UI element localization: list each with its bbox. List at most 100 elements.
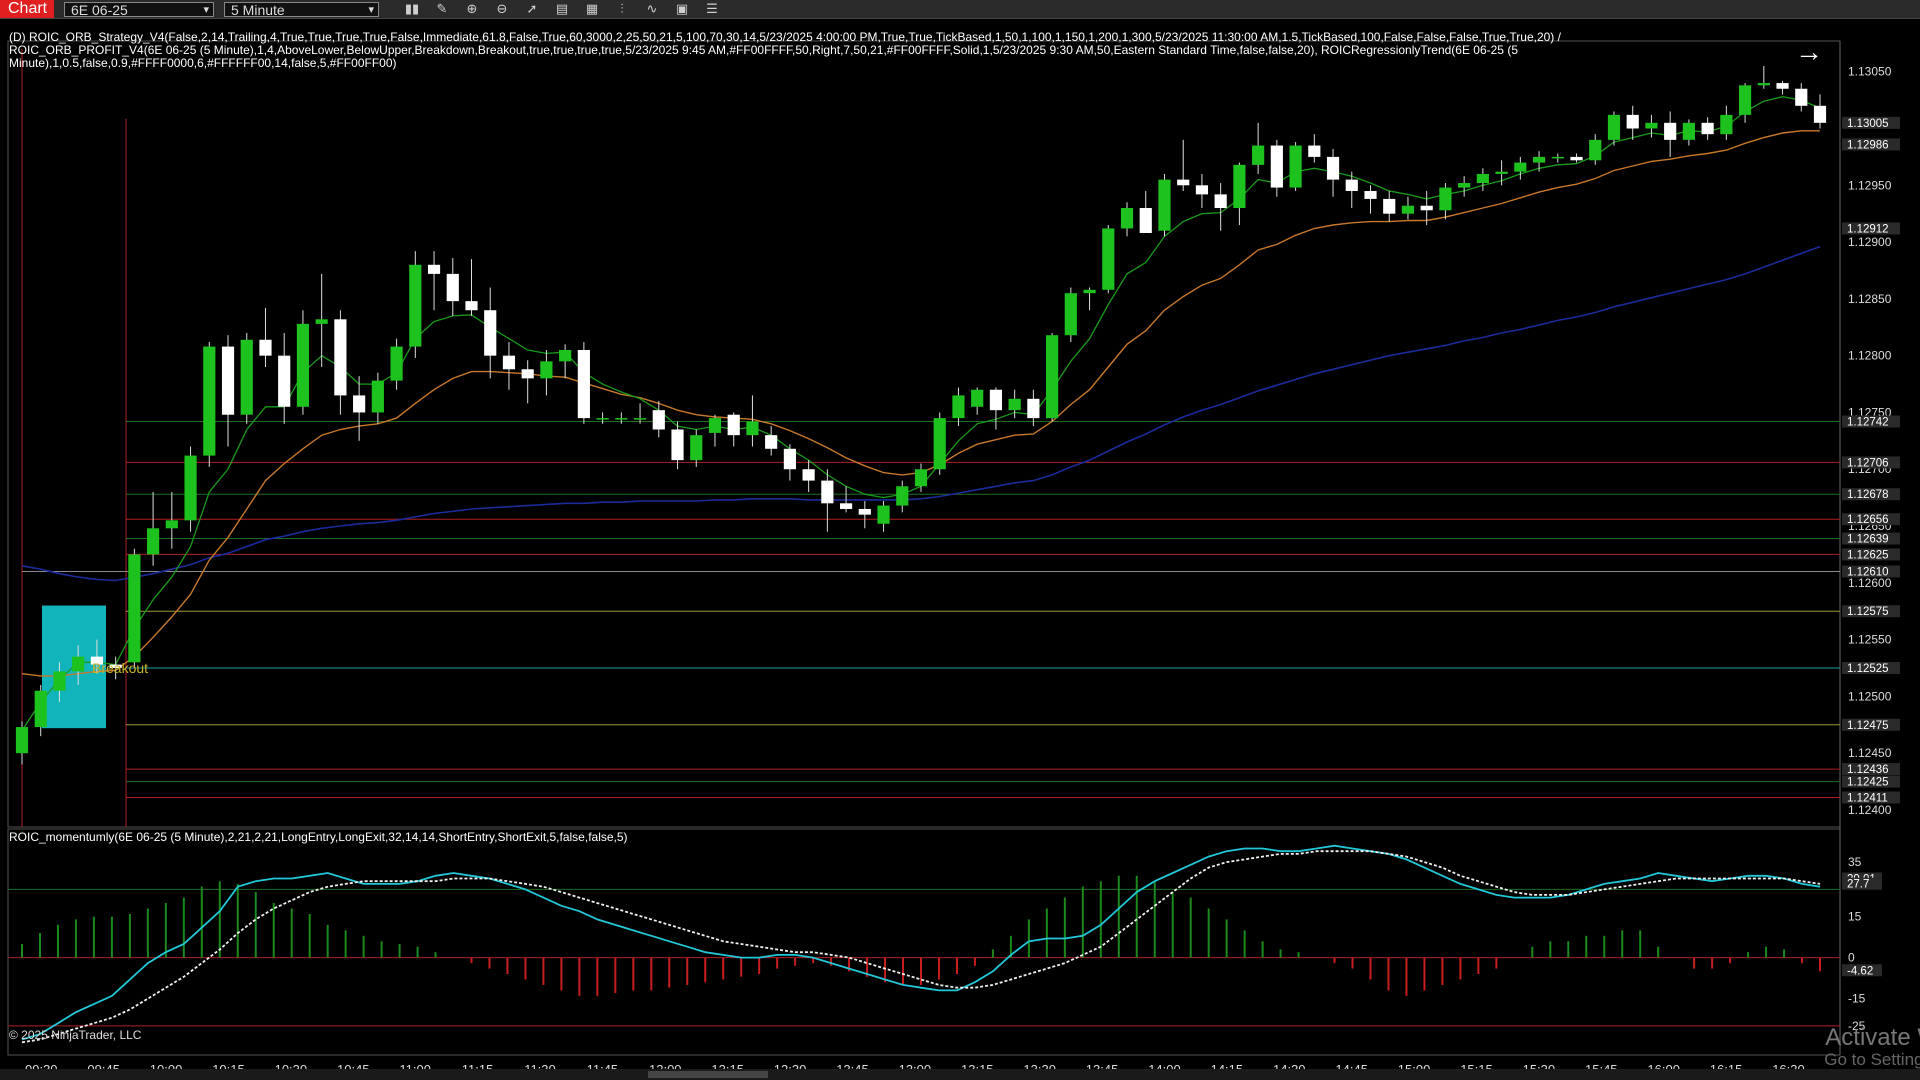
candle-body — [540, 361, 553, 379]
scrollbar-thumb[interactable] — [648, 1071, 768, 1078]
candle-body — [877, 505, 890, 524]
instrument-value: 6E 06-25 — [71, 1, 128, 18]
candle — [1701, 117, 1714, 140]
candle-body — [147, 528, 160, 555]
candle — [858, 501, 871, 529]
indicators-icon[interactable]: ∿ — [637, 0, 667, 18]
candle-body — [1738, 85, 1752, 115]
candle-body — [821, 480, 834, 504]
activation-watermark-sub: Go to Settings — [1824, 1050, 1920, 1069]
strategies-icon[interactable]: ⫶ — [607, 0, 637, 18]
candle — [1177, 139, 1190, 191]
candle-body — [409, 264, 422, 347]
candle-body — [446, 273, 459, 302]
ema-slow-line — [21, 245, 1821, 582]
pointer-icon[interactable]: ➚ — [517, 0, 547, 18]
candle — [1326, 148, 1340, 197]
price-tick-label: 1.12550 — [1848, 633, 1892, 647]
candle — [708, 414, 722, 447]
candle-body — [559, 349, 572, 362]
candle — [1270, 139, 1283, 197]
candle-body — [502, 355, 516, 370]
period-icon[interactable]: ▦ — [577, 0, 607, 18]
candle — [896, 480, 909, 513]
candle — [1195, 173, 1209, 209]
candle-body — [203, 346, 216, 456]
candle-body — [1589, 139, 1602, 161]
candle — [1757, 66, 1770, 89]
candle — [1626, 105, 1639, 140]
candle-body — [1289, 145, 1302, 188]
candle — [315, 273, 328, 368]
candle-body — [971, 389, 984, 407]
candle-body — [1214, 194, 1227, 209]
candle-body — [427, 264, 441, 274]
candle — [1046, 332, 1059, 422]
ema-mid-line — [21, 130, 1820, 677]
candle — [989, 387, 1003, 430]
candle-body — [802, 469, 815, 481]
templates-icon[interactable]: ▣ — [667, 0, 697, 18]
price-tick-label: 1.12900 — [1848, 235, 1892, 249]
candle-body — [240, 339, 253, 415]
candle-body — [1664, 122, 1677, 140]
zoom-out-icon[interactable]: ⊖ — [487, 0, 517, 18]
price-level-label: 1.12639 — [1847, 534, 1889, 546]
candle-body — [278, 355, 291, 407]
price-level-label: 1.12912 — [1847, 223, 1889, 235]
candle-body — [896, 486, 909, 506]
candle-body — [296, 323, 310, 407]
candle — [1514, 156, 1527, 180]
momentum-tick-label: 35 — [1848, 855, 1862, 869]
candle — [128, 548, 141, 668]
candle-body — [390, 346, 403, 381]
chevron-down-icon: ▾ — [203, 3, 209, 16]
zoom-in-icon[interactable]: ⊕ — [457, 0, 487, 18]
properties-icon[interactable]: ☰ — [697, 0, 727, 18]
candle — [952, 387, 965, 427]
candle-body — [128, 554, 141, 663]
data-box-icon[interactable]: ▤ — [547, 0, 577, 18]
price-panel-border — [7, 40, 1841, 828]
candle — [1158, 173, 1171, 237]
chart-panel[interactable]: Breakout 1.13050 1.12950 1.12900 1.12850 1.12… — [0, 19, 1920, 1080]
chart-tab[interactable]: Chart — [0, 0, 54, 18]
candle — [1027, 389, 1040, 427]
candle — [559, 344, 572, 379]
momentum-tick-label: 15 — [1848, 910, 1862, 924]
draw-pencil-icon[interactable]: ✎ — [427, 0, 457, 18]
candle-body — [1252, 145, 1265, 165]
candle — [933, 412, 946, 475]
candle-body — [765, 435, 778, 449]
candle — [540, 349, 553, 396]
candle — [296, 310, 310, 415]
candle-body — [1233, 164, 1246, 209]
horizontal-scrollbar[interactable] — [0, 1069, 1920, 1080]
instrument-selector[interactable]: 6E 06-25 ▾ — [64, 1, 214, 18]
candle — [427, 251, 441, 311]
candle-body — [1177, 179, 1190, 186]
bar-style-icon[interactable]: ▮▮ — [397, 0, 427, 18]
arrow-right-icon[interactable]: → — [1795, 36, 1823, 68]
candle-body — [1420, 205, 1433, 211]
candle-body — [1476, 173, 1489, 184]
candle-body — [1308, 145, 1321, 157]
candle — [1064, 287, 1077, 343]
candle-body — [1326, 156, 1340, 180]
price-tick-label: 1.12500 — [1848, 689, 1892, 703]
candle — [1214, 183, 1227, 231]
candle — [1551, 153, 1564, 163]
chart-canvas[interactable]: Breakout 1.13050 1.12950 1.12900 1.12850 1.12… — [0, 19, 1920, 1080]
candle — [877, 501, 890, 532]
candle-body — [34, 690, 47, 728]
interval-selector[interactable]: 5 Minute ▾ — [224, 1, 379, 17]
indicator-header: (D) ROIC_ORB_Strategy_V4(False,2,14,Trai… — [9, 30, 1561, 70]
candle-body — [1139, 208, 1152, 233]
candle-body — [1195, 185, 1209, 195]
candle — [1738, 83, 1752, 123]
candle — [1102, 225, 1115, 294]
candle — [15, 721, 29, 765]
candle — [1532, 151, 1546, 172]
candle-body — [746, 421, 759, 436]
candle-body — [165, 520, 178, 529]
